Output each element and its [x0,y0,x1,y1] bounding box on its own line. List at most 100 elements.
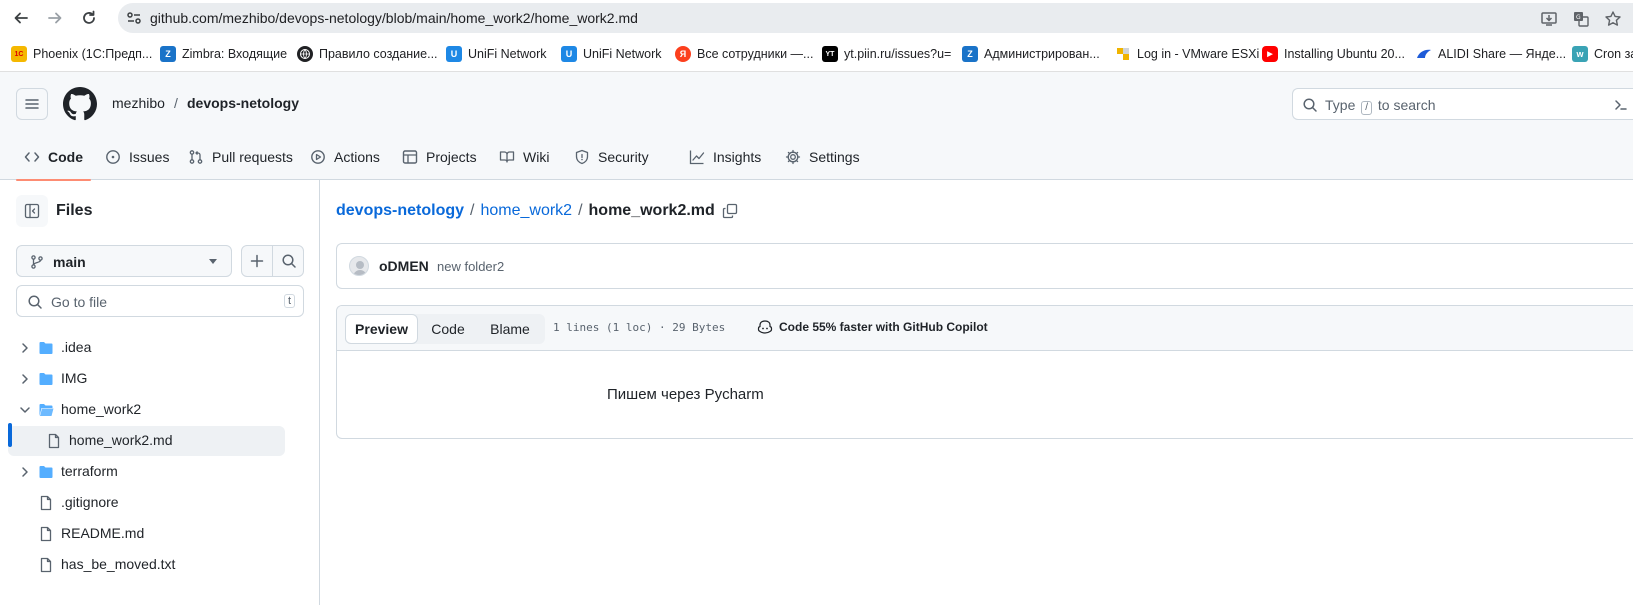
bookmark-item[interactable]: U UniFi Network [446,44,547,64]
repo-name-link[interactable]: devops-netology [187,95,299,111]
1c-favicon-icon: 1С [11,46,27,62]
commit-author-link[interactable]: oDMEN [379,258,429,274]
tab-settings[interactable]: Settings [785,134,860,180]
breadcrumb-folder-link[interactable]: home_work2 [480,202,572,220]
bookmark-item[interactable]: Z Zimbra: Входящие [160,44,287,64]
breadcrumb-separator: / [470,202,475,219]
gear-icon [785,149,801,165]
translate-icon[interactable]: G [1572,10,1590,28]
tab-actions[interactable]: Actions [310,134,380,180]
copilot-promo-link[interactable]: Code 55% faster with GitHub Copilot [757,319,988,335]
add-file-button[interactable] [242,246,273,276]
reload-icon[interactable] [77,6,101,30]
copy-icon [722,203,737,219]
tree-file[interactable]: has_be_moved.txt [8,550,285,580]
site-settings-icon[interactable] [126,10,142,26]
repo-owner-link[interactable]: mezhibo [112,95,165,111]
issue-icon [106,150,120,164]
chevron-down-icon [209,259,217,264]
back-icon[interactable] [9,6,33,30]
code-view-button[interactable]: Code [418,314,478,344]
search-placeholder: Type / to search [1325,97,1436,115]
code-icon [24,152,40,162]
chevron-down-icon [20,407,30,413]
avatar[interactable] [349,256,369,276]
breadcrumb-current-file: home_work2.md [588,202,715,219]
tab-projects[interactable]: Projects [402,134,477,180]
folder-icon [39,373,53,385]
unifi-favicon-icon: U [446,46,462,62]
file-breadcrumb: devops-netology / home_work2 / home_work… [336,202,739,220]
youtube-favicon-icon: ▶ [1262,46,1278,62]
vmware-favicon-icon [1115,46,1131,62]
zimbra-favicon-icon: Z [160,46,176,62]
hamburger-menu-button[interactable] [16,88,48,120]
selected-indicator [8,423,12,447]
tab-code[interactable]: Code [16,134,91,181]
shortcut-key: t [283,294,295,308]
install-app-icon[interactable] [1540,10,1558,28]
tree-folder[interactable]: IMG [8,364,285,394]
tree-file[interactable]: .gitignore [8,488,285,518]
graph-icon [689,150,705,165]
repo-header: mezhibo / devops-netology Type / to sear… [0,72,1633,181]
bookmark-item[interactable]: YT yt.piin.ru/issues?u= [822,44,951,64]
w-favicon-icon: w [1572,46,1588,62]
go-to-file-input[interactable] [51,292,251,312]
table-icon [402,150,418,164]
forward-icon[interactable] [43,6,67,30]
tab-security[interactable]: Security [574,134,649,180]
unifi-favicon-icon: U [561,46,577,62]
tab-issues[interactable]: Issues [105,134,169,180]
branch-selector-button[interactable]: main [16,245,232,277]
breadcrumb-separator: / [578,202,583,219]
plus-icon [250,254,264,268]
commit-message-link[interactable]: new folder2 [437,259,504,274]
files-title: Files [56,202,93,219]
search-input[interactable]: Type / to search [1292,88,1633,120]
go-to-file-field[interactable]: t [16,285,304,317]
preview-button[interactable]: Preview [345,314,418,344]
bookmark-item[interactable]: w Cron за [1572,44,1633,64]
bookmark-item[interactable]: Я Все сотрудники —... [675,44,813,64]
folder-icon [39,342,53,354]
folder-open-icon [39,404,54,416]
collapse-sidebar-button[interactable] [16,195,48,227]
chevron-right-icon [22,343,28,353]
bookmark-item[interactable]: Правило создание... [297,44,438,64]
file-icon [48,433,60,449]
play-icon [311,150,325,164]
tab-pull-requests[interactable]: Pull requests [188,134,293,180]
tab-insights[interactable]: Insights [689,134,761,180]
bookmark-item[interactable]: Z Администрирован... [962,44,1100,64]
browser-toolbar: github.com/mezhibo/devops-netology/blob/… [0,0,1633,36]
copilot-icon [757,320,773,334]
globe-favicon-icon [297,46,313,62]
command-palette-icon[interactable] [1613,97,1629,113]
copy-path-button[interactable] [721,202,739,220]
bookmark-item[interactable]: 1С Phoenix (1С:Предп... [11,44,152,64]
tab-wiki[interactable]: Wiki [499,134,549,180]
chevron-right-icon [22,467,28,477]
bookmarks-bar: 1С Phoenix (1С:Предп... Z Zimbra: Входящ… [0,36,1633,72]
github-logo-icon[interactable] [63,87,97,121]
tree-folder[interactable]: terraform [8,457,285,487]
view-mode-toggle: Preview Code Blame [345,314,545,344]
tree-file-selected[interactable]: home_work2.md [8,426,285,456]
zimbra-favicon-icon: Z [962,46,978,62]
bookmark-star-icon[interactable] [1604,10,1622,28]
bookmark-item[interactable]: ▶ Installing Ubuntu 20... [1262,44,1405,64]
tree-file[interactable]: README.md [8,519,285,549]
bookmark-item[interactable]: ALIDI Share — Янде... [1416,44,1566,64]
url-text[interactable]: github.com/mezhibo/devops-netology/blob/… [150,10,638,26]
shield-icon [575,149,589,165]
bookmark-item[interactable]: Log in - VMware ESXi [1115,44,1259,64]
blame-button[interactable]: Blame [478,314,542,344]
bookmark-item[interactable]: U UniFi Network [561,44,662,64]
search-files-button[interactable] [273,246,304,276]
chevron-right-icon [22,374,28,384]
address-bar[interactable]: github.com/mezhibo/devops-netology/blob/… [118,3,1633,33]
breadcrumb-repo-link[interactable]: devops-netology [336,202,464,220]
tree-folder[interactable]: .idea [8,333,285,363]
tree-folder[interactable]: home_work2 [8,395,285,425]
